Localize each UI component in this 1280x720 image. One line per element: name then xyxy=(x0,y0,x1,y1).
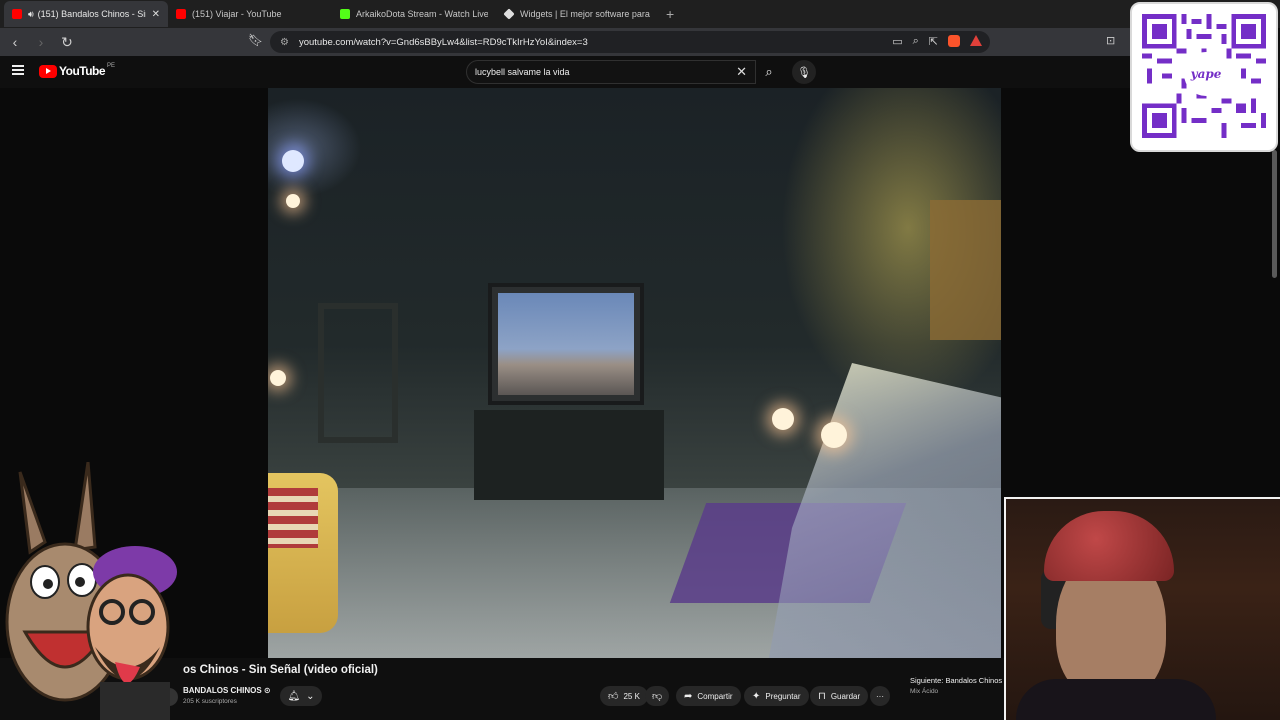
tab-title: (151) Viajar - YouTube xyxy=(192,9,282,19)
brave-shields-icon[interactable] xyxy=(948,35,960,47)
hamburger-menu-icon[interactable] xyxy=(12,65,24,75)
share-arrow-icon: ➦ xyxy=(684,690,693,702)
tab-title: ArkaikoDota Stream - Watch Live on xyxy=(356,9,488,19)
save-bookmark-icon: ⊓ xyxy=(818,690,826,702)
tab-title: (151) Bandalos Chinos - Sin Se xyxy=(37,9,146,19)
video-frame-tv-screen xyxy=(498,293,634,395)
more-icon: ··· xyxy=(876,691,884,701)
speaker-icon[interactable]: 🔊︎ xyxy=(28,9,34,20)
bookmark-icon[interactable]: 🔖︎ xyxy=(248,33,263,47)
youtube-header: YouTube PE lucybell salvame la vida ✕ ⌕ … xyxy=(0,56,1130,88)
video-frame-light xyxy=(772,408,794,430)
microphone-icon[interactable]: 🎙︎ xyxy=(792,60,816,84)
video-frame-light xyxy=(821,422,847,448)
yape-qr-overlay: yape xyxy=(1130,2,1278,152)
dislike-button[interactable]: 👎︎ xyxy=(645,686,670,706)
address-url: youtube.com/watch?v=Gnd6sBByLw4&list=RD9… xyxy=(298,36,588,48)
thumbs-up-icon: 👍︎ xyxy=(608,691,619,702)
new-tab-icon[interactable]: + xyxy=(666,6,674,22)
video-title: os Chinos - Sin Señal (video oficial) xyxy=(183,664,378,676)
channel-name[interactable]: BANDALOS CHINOS ⊙ xyxy=(183,686,271,695)
video-frame-mirror xyxy=(318,303,398,443)
tab-strip: 🔊︎ (151) Bandalos Chinos - Sin Se ✕ (151… xyxy=(0,0,1280,28)
streamer-cap xyxy=(1044,511,1174,581)
tab-arkaikodota[interactable]: ArkaikoDota Stream - Watch Live on xyxy=(332,1,496,27)
address-bar[interactable]: ⚙︎ youtube.com/watch?v=Gnd6sBByLw4&list=… xyxy=(270,31,990,53)
zoom-icon[interactable]: ⌕ xyxy=(913,35,919,48)
video-frame-light xyxy=(270,370,286,386)
tab-viajar[interactable]: (151) Viajar - YouTube xyxy=(168,1,332,27)
video-frame-striped-object xyxy=(268,488,318,548)
share-icon[interactable]: ⇱ xyxy=(929,35,938,48)
like-count: 25 K xyxy=(623,691,640,701)
chevron-down-icon: ⌄ xyxy=(306,690,315,702)
browser-toolbar: ‹ › ↻ 🔖︎ ⚙︎ youtube.com/watch?v=Gnd6sBBy… xyxy=(0,28,1130,56)
address-bar-actions: ▭ ⌕ ⇱ xyxy=(892,35,982,48)
video-frame-poster xyxy=(930,200,1001,340)
kick-favicon-icon xyxy=(340,9,350,19)
close-tab-icon[interactable]: ✕ xyxy=(152,9,160,20)
save-button[interactable]: ⊓ Guardar xyxy=(810,686,869,706)
up-next-card[interactable]: Siguiente: Bandalos Chinos - Mix Ácido xyxy=(902,672,1012,708)
video-frame-plastic-sheet xyxy=(768,363,1001,658)
notification-button[interactable]: 🔔︎ ⌄ xyxy=(280,686,322,706)
tab-bandalos-chinos[interactable]: 🔊︎ (151) Bandalos Chinos - Sin Se ✕ xyxy=(4,1,168,27)
video-frame-cabinet xyxy=(474,410,664,500)
share-button[interactable]: ➦ Compartir xyxy=(676,686,741,706)
ask-label: Preguntar xyxy=(765,691,801,701)
webcam-overlay xyxy=(1004,497,1280,720)
youtube-play-icon xyxy=(39,64,57,78)
tab-widgets[interactable]: Widgets | El mejor software para pot xyxy=(496,1,660,27)
search-query: lucybell salvame la vida xyxy=(475,67,570,77)
channel-name-text: BANDALOS CHINOS xyxy=(183,686,262,695)
site-settings-icon[interactable]: ⚙︎ xyxy=(280,37,289,48)
verified-icon: ⊙ xyxy=(263,686,271,695)
youtube-wordmark: YouTube xyxy=(59,64,106,78)
reload-icon[interactable]: ↻ xyxy=(56,31,78,53)
diamond-favicon-icon xyxy=(503,8,515,20)
subscriber-count: 205 K suscriptores xyxy=(183,698,237,705)
streamer-shirt xyxy=(1016,679,1216,720)
screen: 🔊︎ (151) Bandalos Chinos - Sin Se ✕ (151… xyxy=(0,0,1280,720)
ask-button[interactable]: ✦ Preguntar xyxy=(744,686,809,706)
thumbs-down-icon: 👎︎ xyxy=(652,691,663,702)
tab-search-icon[interactable]: ⊡ xyxy=(1106,34,1115,47)
search-input[interactable]: lucybell salvame la vida ✕ xyxy=(466,60,756,84)
country-code: PE xyxy=(107,63,116,69)
youtube-favicon-icon xyxy=(176,9,186,19)
video-frame-tv xyxy=(488,283,644,405)
video-player[interactable] xyxy=(268,88,1001,658)
tab-title: Widgets | El mejor software para pot xyxy=(520,9,652,19)
clear-search-icon[interactable]: ✕ xyxy=(736,64,747,80)
video-frame-light xyxy=(282,150,304,172)
yape-logo: yape xyxy=(1184,52,1228,96)
bell-icon: 🔔︎ xyxy=(287,690,301,702)
cast-icon[interactable]: ▭ xyxy=(892,35,902,48)
search-icon[interactable]: ⌕ xyxy=(756,60,782,84)
share-label: Compartir xyxy=(697,691,733,701)
forward-icon[interactable]: › xyxy=(30,31,52,53)
youtube-favicon-icon xyxy=(12,9,22,19)
up-next-title: Siguiente: Bandalos Chinos - xyxy=(910,676,1004,685)
donkey-mascot-overlay xyxy=(5,462,177,720)
page-scrollbar[interactable] xyxy=(1272,150,1277,278)
video-frame-light xyxy=(286,194,300,208)
sparkle-icon: ✦ xyxy=(752,690,761,702)
back-icon[interactable]: ‹ xyxy=(4,31,26,53)
like-button[interactable]: 👍︎ 25 K xyxy=(600,686,648,706)
save-label: Guardar xyxy=(830,691,861,701)
more-actions-button[interactable]: ··· xyxy=(870,686,890,706)
brave-rewards-icon[interactable] xyxy=(970,35,982,46)
up-next-subtitle: Mix Ácido xyxy=(910,688,939,695)
youtube-logo[interactable]: YouTube PE xyxy=(39,63,116,78)
